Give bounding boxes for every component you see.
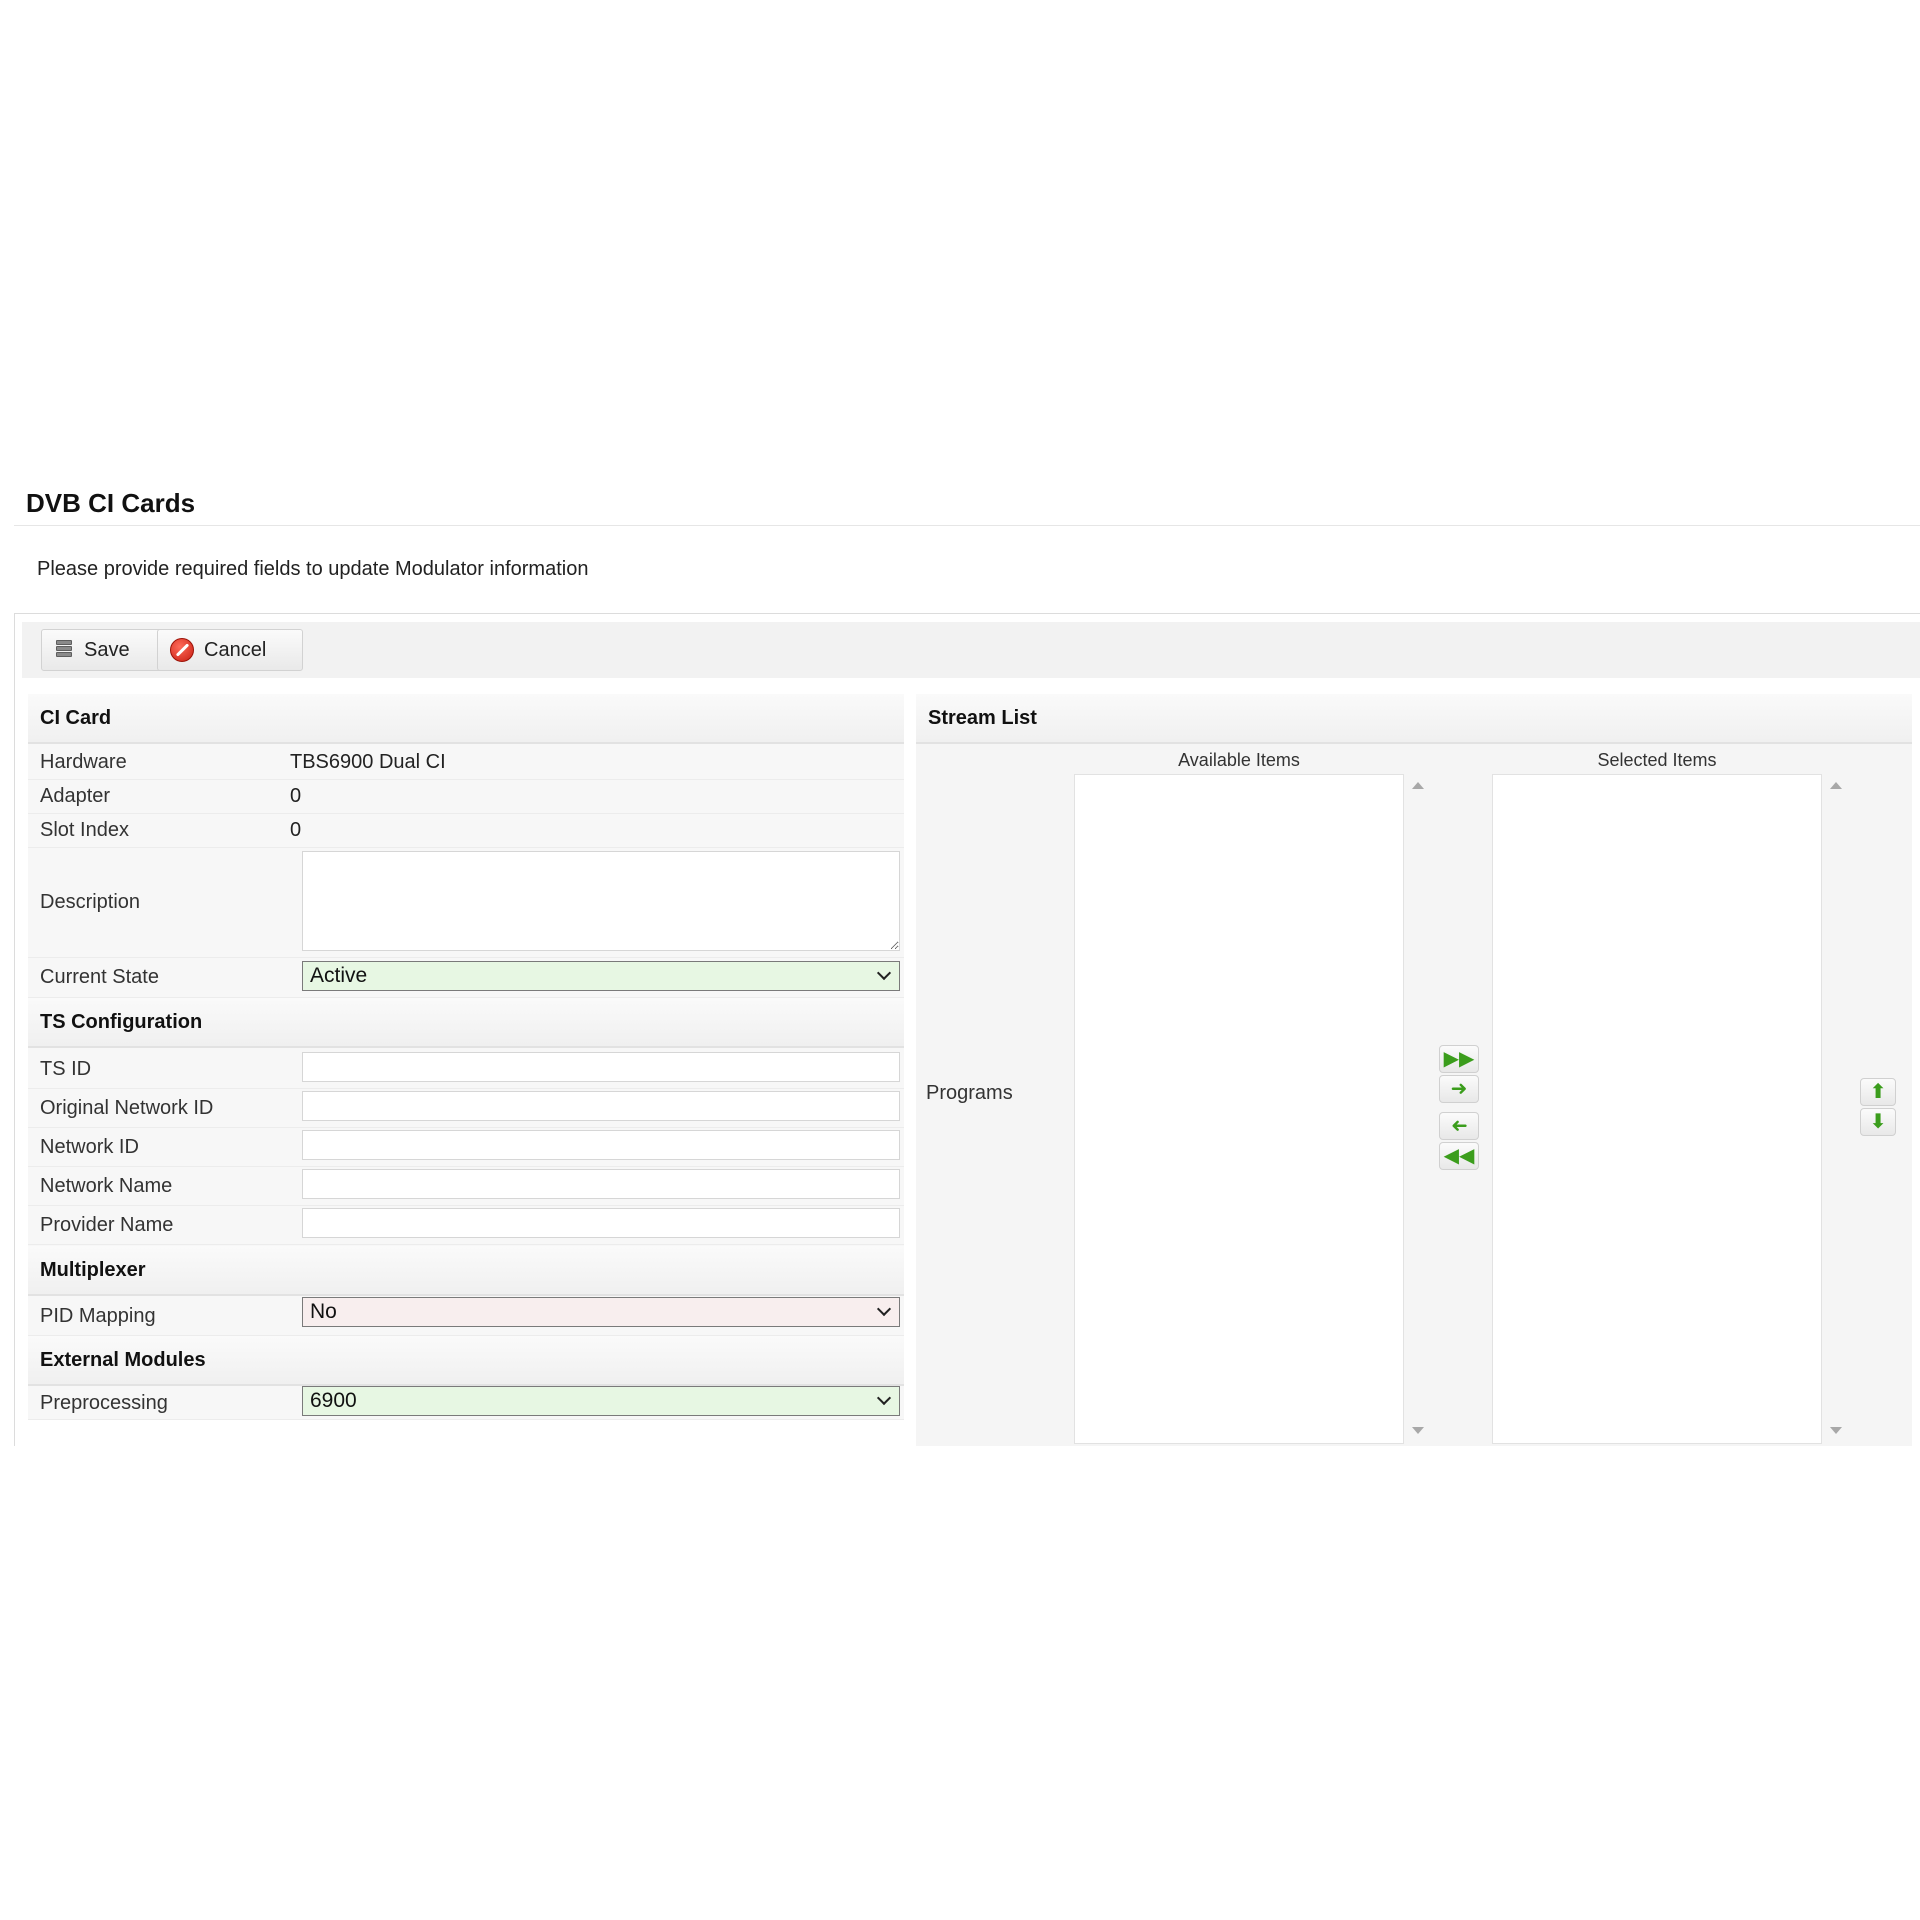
hardware-value: TBS6900 Dual CI [290,751,446,773]
toolbar: Save Cancel [22,622,1920,678]
selected-items-list[interactable] [1492,774,1822,1444]
row-slot-index: Slot Index 0 [28,814,904,848]
move-left-button[interactable]: ➜ [1439,1112,1479,1140]
save-button[interactable]: Save [41,629,169,671]
chevron-down-icon [876,1390,892,1406]
section-ci-card-header: CI Card [28,694,904,744]
preprocessing-select[interactable]: 6900 [302,1386,900,1416]
double-arrow-right-icon: ▶▶ [1443,1048,1475,1070]
programs-label: Programs [926,1082,1013,1104]
selected-items-header: Selected Items [1597,750,1717,770]
page-title: DVB CI Cards [26,488,196,518]
preprocessing-selected: 6900 [310,1389,357,1412]
slot-index-value: 0 [290,819,302,841]
scroll-down-icon[interactable] [1412,1427,1424,1434]
arrow-left-icon: ➜ [1450,1115,1468,1137]
preprocessing-label: Preprocessing [40,1392,168,1414]
scroll-up-icon[interactable] [1830,782,1842,789]
adapter-label: Adapter [40,785,111,807]
cancel-button[interactable]: Cancel [157,629,303,671]
available-items-header: Available Items [1178,750,1300,770]
ts-id-label: TS ID [40,1057,92,1080]
network-id-label: Network ID [40,1135,139,1158]
description-label: Description [40,891,141,913]
move-up-button[interactable]: ⬆ [1860,1078,1896,1106]
current-state-label: Current State [40,966,159,988]
ts-id-input[interactable] [302,1052,900,1082]
page-subtitle: Please provide required fields to update… [37,558,589,580]
pid-mapping-select[interactable]: No [302,1297,900,1327]
description-textarea[interactable] [302,851,900,951]
title-divider [14,525,1920,526]
selected-items-scrollbar[interactable] [1822,774,1848,1444]
adapter-value: 0 [290,785,302,807]
chevron-down-icon [876,1301,892,1317]
move-right-button[interactable]: ➜ [1439,1075,1479,1103]
stream-list-header: Stream List [916,694,1912,744]
section-ts-configuration-header: TS Configuration [28,998,904,1048]
arrow-down-icon: ⬇ [1869,1111,1887,1133]
original-network-id-label: Original Network ID [40,1096,214,1119]
original-network-id-input[interactable] [302,1091,900,1121]
move-down-button[interactable]: ⬇ [1860,1108,1896,1136]
current-state-selected: Active [310,964,368,987]
current-state-select[interactable]: Active [302,961,900,991]
pid-mapping-label: PID Mapping [40,1305,156,1327]
cancel-button-label: Cancel [204,638,267,661]
stream-list-panel: Stream List Programs Available Items ▶▶ … [916,694,1912,1446]
provider-name-input[interactable] [302,1208,900,1238]
hardware-label: Hardware [40,751,127,773]
section-multiplexer-header: Multiplexer [28,1246,904,1296]
row-hardware: Hardware TBS6900 Dual CI [28,746,904,780]
details-panel: CI Card Hardware TBS6900 Dual CI Adapter… [28,694,904,1420]
pid-mapping-selected: No [310,1300,337,1323]
network-name-label: Network Name [40,1174,173,1197]
available-items-list[interactable] [1074,774,1404,1444]
arrow-up-icon: ⬆ [1869,1081,1887,1103]
section-external-modules-header: External Modules [28,1336,904,1386]
scroll-up-icon[interactable] [1412,782,1424,789]
network-id-input[interactable] [302,1130,900,1160]
network-name-input[interactable] [302,1169,900,1199]
move-all-right-button[interactable]: ▶▶ [1439,1045,1479,1073]
double-arrow-left-icon: ◀◀ [1443,1145,1475,1167]
row-adapter: Adapter 0 [28,780,904,814]
move-all-left-button[interactable]: ◀◀ [1439,1142,1479,1170]
scroll-down-icon[interactable] [1830,1427,1842,1434]
cancel-circle-icon [170,638,194,662]
save-button-label: Save [84,638,130,661]
slot-index-label: Slot Index [40,819,129,841]
database-save-icon [54,639,74,661]
available-items-scrollbar[interactable] [1404,774,1430,1444]
provider-name-label: Provider Name [40,1213,174,1236]
chevron-down-icon [876,965,892,981]
arrow-right-icon: ➜ [1450,1078,1468,1100]
